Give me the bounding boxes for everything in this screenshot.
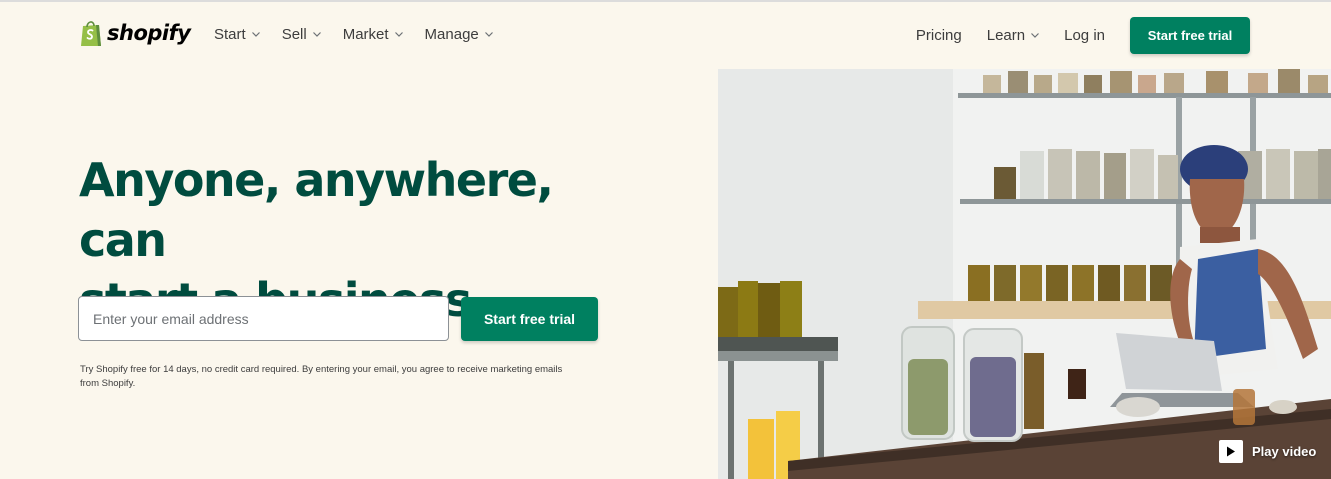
logo-wordmark: shopify <box>107 21 191 45</box>
play-video-button[interactable]: Play video <box>1219 440 1316 463</box>
play-video-label: Play video <box>1252 444 1317 459</box>
chevron-down-icon <box>251 32 260 37</box>
nav-sell[interactable]: Sell <box>282 26 321 43</box>
chevron-down-icon <box>312 32 321 37</box>
chevron-down-icon <box>394 32 403 37</box>
shopify-logo[interactable]: shopify <box>79 19 191 47</box>
pricing-link[interactable]: Pricing <box>916 27 962 44</box>
disclaimer-text: Try Shopify free for 14 days, no credit … <box>80 364 563 389</box>
shop-scene-illustration <box>718 69 1331 479</box>
chevron-down-icon <box>484 32 493 37</box>
nav-market-label: Market <box>342 26 389 43</box>
login-link[interactable]: Log in <box>1064 27 1105 44</box>
shopping-bag-icon <box>81 21 101 46</box>
header-start-trial-button[interactable]: Start free trial <box>1130 17 1250 54</box>
chevron-down-icon <box>1031 33 1040 38</box>
nav-start-label: Start <box>214 26 246 43</box>
nav-learn-label: Learn <box>986 27 1026 44</box>
nav-learn[interactable]: Learn <box>986 27 1040 44</box>
main-nav: Start Sell Market Manage <box>214 26 493 43</box>
hero-title-line1: Anyone, anywhere, can <box>79 153 554 267</box>
hero-start-trial-button[interactable]: Start free trial <box>461 297 598 341</box>
email-input[interactable] <box>78 296 449 341</box>
nav-sell-label: Sell <box>281 26 307 43</box>
play-icon-box <box>1219 440 1243 463</box>
hero-photo <box>718 69 1331 479</box>
nav-start[interactable]: Start <box>214 26 260 43</box>
nav-market[interactable]: Market <box>343 26 403 43</box>
site-header: shopify Start Sell Market Manage Pricing… <box>0 2 1331 68</box>
nav-manage-label: Manage <box>424 26 479 43</box>
secondary-nav: Pricing Learn Log in Start free trial <box>916 17 1250 54</box>
play-icon <box>1227 446 1235 457</box>
nav-manage[interactable]: Manage <box>425 26 493 43</box>
